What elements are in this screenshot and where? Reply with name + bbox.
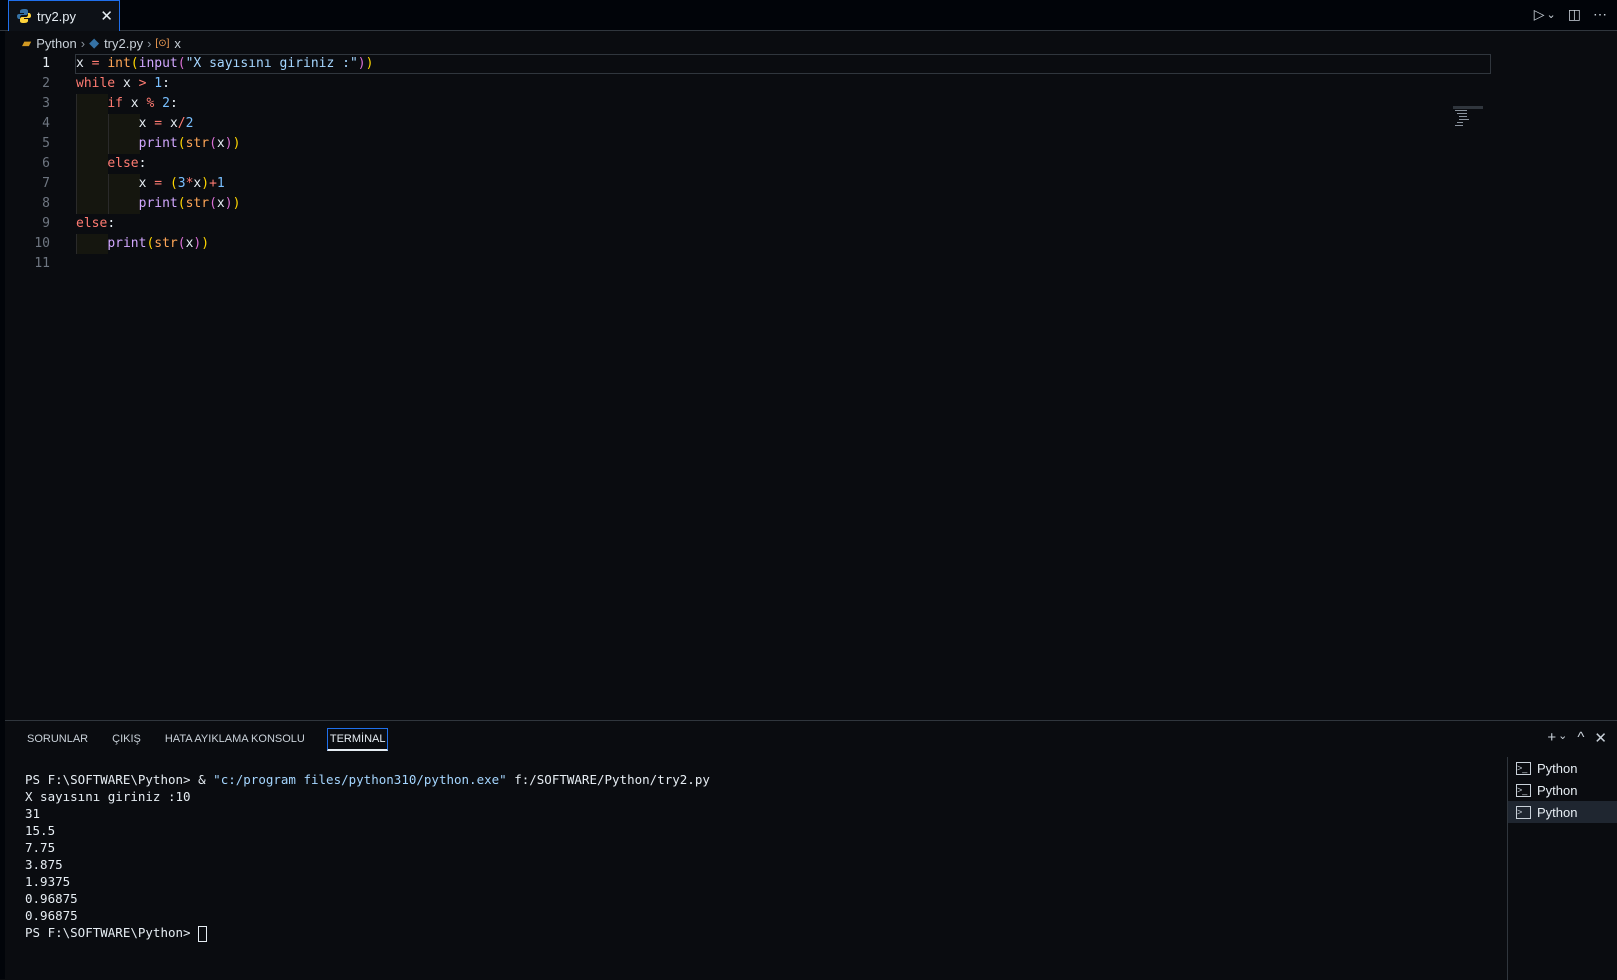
terminal-icon: > [1516, 805, 1531, 819]
line-number: 8 [42, 196, 50, 211]
code-line-8: print(str(x)) [138, 196, 241, 211]
breadcrumb: ▰ Python › ◆ try2.py › [⊙] x [0, 32, 1617, 54]
terminal-output-line: 15.5 [25, 823, 56, 838]
code-editor[interactable]: 1 2 3 4 5 6 7 8 9 10 11 x = int(input("X… [5, 54, 1617, 720]
code-line-3: if x % 2: [107, 96, 178, 111]
editor-actions: ▷ ⌄ ◫ ⋯ [1534, 6, 1607, 23]
folder-icon: ▰ [22, 36, 32, 50]
code-line-10: print(str(x)) [107, 236, 210, 251]
terminal-instance[interactable]: >_ Python [1508, 779, 1617, 801]
tab-bar: try2.py ✕ ▷ ⌄ ◫ ⋯ [0, 0, 1617, 31]
minimap[interactable] [1453, 106, 1483, 136]
tab-label: try2.py [37, 8, 77, 24]
terminal-instance-label: Python [1537, 782, 1578, 798]
breadcrumb-symbol[interactable]: [⊙] x [155, 36, 180, 51]
code-line-1: x = int(input("X sayısını giriniz :")) [76, 56, 374, 71]
chevron-right-icon: › [80, 35, 86, 51]
line-number: 10 [34, 236, 50, 251]
line-number: 7 [42, 176, 50, 191]
line-number: 11 [34, 256, 50, 271]
add-terminal-icon[interactable]: + [1547, 729, 1556, 747]
chevron-right-icon: › [147, 35, 152, 51]
line-number: 6 [42, 156, 50, 171]
terminal-instance[interactable]: > Python [1508, 801, 1617, 823]
code-line-2: while x > 1: [76, 76, 170, 91]
terminal-output-line: 7.75 [25, 840, 56, 855]
terminal-prompt: PS F:\SOFTWARE\Python> [25, 772, 191, 787]
line-number: 5 [42, 136, 50, 151]
split-editor-icon[interactable]: ◫ [1568, 6, 1581, 23]
terminal-final-prompt: PS F:\SOFTWARE\Python> [25, 925, 191, 940]
line-number: 1 [42, 56, 50, 71]
terminal-output-line: 3.875 [25, 857, 63, 872]
terminal-cursor[interactable] [198, 925, 208, 942]
terminal-instance-label: Python [1537, 804, 1578, 820]
terminal-command-path: "c:/program files/python310/python.exe" [213, 772, 507, 787]
tab-output[interactable]: ÇIKIŞ [110, 729, 143, 749]
terminal-command-op: & [198, 772, 206, 787]
terminal-instance-label: Python [1537, 760, 1578, 776]
code-line-5: print(str(x)) [138, 136, 241, 151]
variable-icon: [⊙] [155, 37, 170, 49]
close-icon[interactable]: ✕ [100, 7, 113, 25]
terminal-list: >_ Python >_ Python > Python [1507, 757, 1617, 980]
breadcrumb-folder-label: Python [36, 35, 77, 51]
terminal-input-line: X sayısını giriniz :10 [25, 789, 191, 804]
terminal-output-line: 0.96875 [25, 891, 78, 906]
terminal-output-line: 0.96875 [25, 908, 78, 923]
tab-terminal[interactable]: TERMİNAL [326, 727, 389, 751]
breadcrumb-file-label: try2.py [104, 35, 144, 51]
panel-actions: + ⌄ ^ ✕ [1547, 729, 1607, 747]
line-number: 3 [42, 96, 50, 111]
terminal-command-arg: f:/SOFTWARE/Python/try2.py [514, 772, 710, 787]
chevron-down-icon[interactable]: ⌄ [1547, 8, 1556, 21]
breadcrumb-file[interactable]: ◆ try2.py [89, 35, 143, 51]
chevron-down-icon[interactable]: ⌄ [1558, 729, 1567, 747]
maximize-panel-icon[interactable]: ^ [1577, 729, 1584, 747]
line-number: 4 [42, 116, 50, 131]
tab-problems[interactable]: SORUNLAR [25, 729, 90, 749]
code-line-4: x = x/2 [138, 116, 194, 131]
tab-debug-console[interactable]: HATA AYIKLAMA KONSOLU [163, 729, 307, 749]
terminal-output-line: 31 [25, 806, 41, 821]
breadcrumb-folder[interactable]: ▰ Python [22, 36, 77, 51]
line-number: 9 [42, 216, 50, 231]
more-actions-icon[interactable]: ⋯ [1593, 6, 1607, 23]
tab-try2-py[interactable]: try2.py ✕ [8, 0, 120, 31]
code-line-6: else: [107, 156, 147, 171]
terminal-icon: >_ [1516, 783, 1531, 797]
run-icon[interactable]: ▷ [1534, 6, 1545, 23]
python-file-icon: ◆ [89, 35, 100, 50]
panel-tabs: SORUNLAR ÇIKIŞ HATA AYIKLAMA KONSOLU TER… [5, 721, 1617, 757]
bottom-panel: SORUNLAR ÇIKIŞ HATA AYIKLAMA KONSOLU TER… [5, 720, 1617, 980]
terminal-instance[interactable]: >_ Python [1508, 757, 1617, 779]
line-number: 2 [42, 76, 50, 91]
code-line-9: else: [76, 216, 116, 231]
code-line-7: x = (3*x)+1 [138, 176, 225, 191]
terminal-output-line: 1.9375 [25, 874, 71, 889]
terminal-icon: >_ [1516, 761, 1531, 775]
python-file-icon [17, 9, 31, 23]
close-panel-icon[interactable]: ✕ [1594, 729, 1607, 747]
breadcrumb-symbol-label: x [174, 35, 181, 51]
terminal-output[interactable]: PS F:\SOFTWARE\Python> & "c:/program fil… [25, 771, 710, 942]
